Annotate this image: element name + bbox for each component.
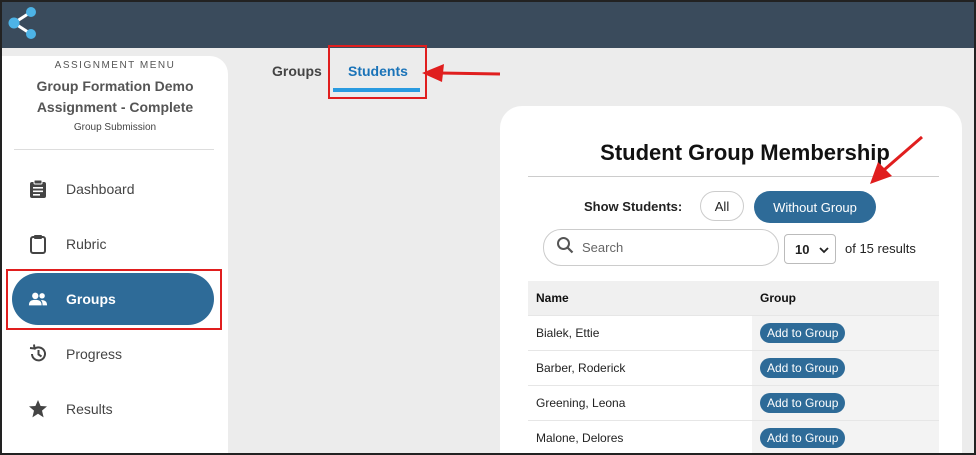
clipboard-icon	[28, 179, 48, 199]
star-icon	[28, 399, 48, 419]
student-name: Greening, Leona	[536, 396, 626, 410]
table-row: Malone, Delores Add to Group	[528, 420, 939, 455]
search-input[interactable]	[580, 239, 764, 256]
table-row: Bialek, Ettie Add to Group	[528, 315, 939, 350]
student-name: Barber, Roderick	[536, 361, 626, 375]
sidebar-item-label: Progress	[66, 346, 123, 362]
sidebar-item-results[interactable]: Results	[12, 383, 214, 435]
add-to-group-button[interactable]: Add to Group	[760, 428, 846, 448]
sidebar-item-label: Dashboard	[66, 181, 135, 197]
history-icon	[28, 344, 48, 364]
app-logo-icon[interactable]	[4, 4, 42, 42]
search-box	[543, 229, 779, 266]
assignment-title: Group Formation Demo Assignment - Comple…	[36, 78, 194, 115]
arrow-to-students-tab	[422, 64, 501, 82]
table-row: Barber, Roderick Add to Group	[528, 350, 939, 385]
column-header-name: Name	[536, 291, 569, 305]
filter-without-group-button[interactable]: Without Group	[754, 191, 876, 223]
students-table: Name Group Bialek, Ettie Add to Group Ba…	[528, 281, 939, 455]
chevron-down-icon	[819, 242, 829, 257]
active-tab-indicator	[333, 88, 420, 92]
groups-highlight-box	[6, 269, 222, 330]
sidebar-item-rubric[interactable]: Rubric	[12, 218, 214, 270]
sidebar-divider	[14, 149, 214, 150]
clipboard-outline-icon	[28, 234, 48, 254]
sidebar-item-progress[interactable]: Progress	[12, 328, 214, 380]
sidebar-item-label: Rubric	[66, 236, 107, 252]
top-bar	[0, 0, 976, 48]
add-to-group-button[interactable]: Add to Group	[760, 393, 846, 413]
add-to-group-button[interactable]: Add to Group	[760, 323, 846, 343]
search-icon	[556, 236, 574, 259]
page-size-value: 10	[795, 241, 810, 257]
column-header-group: Group	[760, 291, 796, 305]
table-row: Greening, Leona Add to Group	[528, 385, 939, 420]
results-count: of 15 results	[845, 241, 916, 256]
student-name: Bialek, Ettie	[536, 326, 600, 340]
table-header: Name Group	[528, 281, 939, 315]
arrow-to-without-group	[870, 135, 923, 184]
tab-groups[interactable]: Groups	[272, 63, 322, 79]
student-name: Malone, Delores	[536, 431, 624, 445]
show-students-label: Show Students:	[584, 199, 683, 214]
sidebar-item-dashboard[interactable]: Dashboard	[12, 163, 214, 215]
assignment-menu-label: ASSIGNMENT MENU	[54, 60, 176, 71]
assignment-subtitle: Group Submission	[73, 122, 157, 133]
assignment-sidebar: ASSIGNMENT MENU Group Formation Demo Ass…	[2, 56, 228, 455]
sidebar-item-label: Results	[66, 401, 113, 417]
tab-students[interactable]: Students	[348, 63, 408, 79]
page-size-select[interactable]: 10	[784, 234, 836, 264]
filter-all-button[interactable]: All	[700, 191, 744, 221]
add-to-group-button[interactable]: Add to Group	[760, 358, 846, 378]
